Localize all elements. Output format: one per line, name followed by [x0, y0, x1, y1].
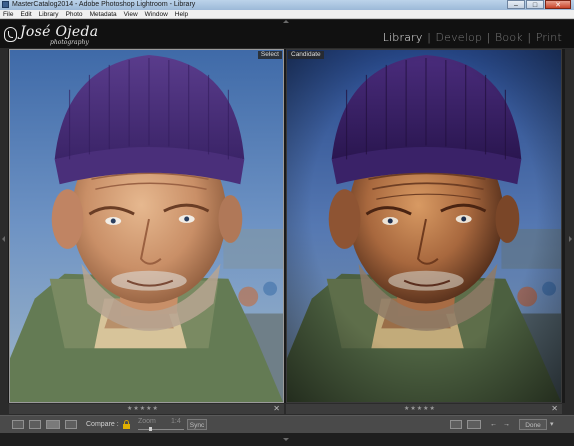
menu-bar: File Edit Library Photo Metadata View Wi… [0, 10, 574, 19]
zoom-slider-track[interactable] [138, 429, 184, 430]
select-label: Select [257, 51, 282, 59]
identity-logo-icon [4, 27, 17, 42]
menu-view[interactable]: View [124, 10, 138, 19]
menu-file[interactable]: File [3, 10, 13, 19]
module-develop[interactable]: Develop [435, 31, 482, 44]
select-rating-stars[interactable]: ★★★★★ [127, 404, 159, 414]
make-select-icon[interactable] [467, 420, 481, 429]
toolbar-menu-chevron-icon[interactable]: ▾ [550, 420, 554, 428]
zoom-value: 1:4 [171, 418, 181, 425]
bottom-panel-toggle-icon[interactable] [283, 438, 289, 441]
candidate-info-strip: ★★★★★ ✕ [286, 404, 562, 414]
module-separator: | [427, 31, 431, 44]
candidate-label: Candidate [288, 51, 324, 59]
select-photo-pane[interactable]: Select [9, 49, 284, 403]
module-book[interactable]: Book [495, 31, 523, 44]
loupe-view-icon[interactable] [29, 420, 41, 429]
window-title: MasterCatalog2014 - Adobe Photoshop Ligh… [12, 1, 196, 8]
menu-metadata[interactable]: Metadata [90, 10, 117, 19]
menu-library[interactable]: Library [39, 10, 59, 19]
module-separator: | [527, 31, 531, 44]
window-controls: – □ ✕ [507, 0, 571, 10]
identity-plate-name: José Ojeda [20, 24, 99, 40]
minimize-button[interactable]: – [507, 0, 525, 9]
sync-button[interactable]: Sync [187, 419, 207, 430]
done-button[interactable]: Done [519, 419, 547, 430]
previous-arrow-icon[interactable]: ← [490, 419, 497, 430]
survey-view-icon[interactable] [65, 420, 77, 429]
menu-window[interactable]: Window [145, 10, 168, 19]
lock-icon[interactable] [123, 420, 130, 429]
left-panel-toggle-icon[interactable] [2, 236, 5, 242]
zoom-slider-handle[interactable] [149, 427, 152, 431]
candidate-rating-stars[interactable]: ★★★★★ [404, 404, 436, 414]
app-icon [2, 1, 9, 8]
zoom-label: Zoom [138, 418, 156, 425]
select-photo [10, 50, 283, 402]
module-separator: | [487, 31, 490, 44]
module-print[interactable]: Print [536, 31, 562, 44]
close-window-button[interactable]: ✕ [545, 0, 571, 9]
right-panel-toggle-icon[interactable] [569, 236, 572, 242]
identity-plate-subtitle: photography [50, 39, 89, 46]
module-library[interactable]: Library [383, 31, 423, 44]
module-picker: Library | Develop | Book | Print [383, 31, 562, 44]
compare-label: Compare : [86, 421, 119, 428]
menu-help[interactable]: Help [175, 10, 188, 19]
compare-view-icon[interactable] [46, 420, 60, 429]
menu-edit[interactable]: Edit [20, 10, 31, 19]
select-info-strip: ★★★★★ ✕ [9, 404, 284, 414]
candidate-photo [287, 50, 561, 402]
top-panel-toggle-icon[interactable] [283, 20, 289, 23]
menu-photo[interactable]: Photo [66, 10, 83, 19]
swap-photos-icon[interactable] [450, 420, 462, 429]
candidate-close-icon[interactable]: ✕ [551, 404, 558, 414]
candidate-photo-pane[interactable]: Candidate [286, 49, 562, 403]
toolbar: Compare : Zoom 1:4 Sync ← → Done ▾ [0, 415, 574, 433]
maximize-button[interactable]: □ [526, 0, 544, 9]
select-close-icon[interactable]: ✕ [273, 404, 280, 414]
next-arrow-icon[interactable]: → [503, 419, 510, 430]
grid-view-icon[interactable] [12, 420, 24, 429]
